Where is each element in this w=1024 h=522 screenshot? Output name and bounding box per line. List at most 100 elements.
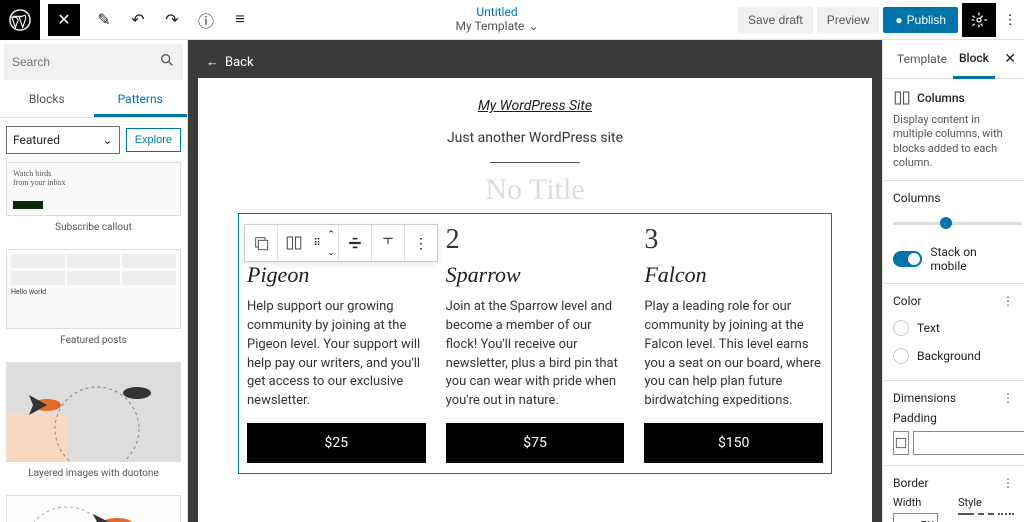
document-title-link[interactable]: Untitled [476, 6, 517, 19]
redo-button[interactable]: ↷ [156, 4, 188, 36]
tab-template[interactable]: Template [891, 41, 953, 77]
settings-button[interactable] [962, 3, 996, 37]
columns-count-section: Columns Stack on mobile [883, 181, 1024, 284]
inserter-panel: Blocks Patterns Featured ⌄ Explore Watch… [0, 40, 188, 522]
pattern-preview [6, 362, 181, 462]
pattern-card-duotone[interactable]: Layered images with duotone [6, 362, 181, 485]
preview-text: Watch birds [13, 169, 51, 178]
preview-button[interactable]: Preview [817, 7, 880, 33]
pattern-preview: Hello world [6, 249, 181, 329]
site-tagline[interactable]: Just another WordPress site [238, 130, 832, 146]
color-more-button[interactable]: ⋮ [1002, 294, 1014, 308]
pattern-label: Subscribe callout [6, 216, 181, 239]
save-draft-button[interactable]: Save draft [738, 7, 813, 33]
site-title[interactable]: My WordPress Site [238, 98, 832, 114]
preview-text: Hello world [11, 288, 176, 296]
preview-text: from your inbox [13, 178, 65, 187]
edit-tool-button[interactable]: ✎ [88, 4, 120, 36]
pattern-card-subscribe[interactable]: Watch birds from your inbox Subscribe ca… [6, 162, 181, 239]
publish-button[interactable]: ●Publish [883, 7, 958, 33]
block-options-button[interactable]: ⋮ [405, 225, 437, 261]
price-button[interactable]: $25 [247, 423, 426, 463]
column-number[interactable]: 3 [644, 224, 823, 256]
close-inserter-button[interactable]: ✕ [48, 4, 80, 36]
outline-button[interactable]: ≡ [224, 4, 256, 36]
column-number[interactable]: 2 [446, 224, 625, 256]
border-heading: Border [893, 476, 928, 490]
move-down-button[interactable]: ⌄ [324, 243, 338, 261]
chevron-down-icon: ⌄ [528, 20, 538, 33]
topbar-left: ✕ ✎ ↶ ↷ ⓘ ≡ [0, 0, 256, 40]
separator [490, 162, 580, 163]
stack-on-mobile-toggle[interactable] [893, 251, 922, 267]
pattern-preview: Watch birds from your inbox [6, 162, 181, 216]
column-description[interactable]: Play a leading role for our community by… [644, 298, 823, 411]
column-heading[interactable]: Falcon [644, 262, 823, 288]
block-type-button[interactable] [278, 225, 310, 261]
columns-slider[interactable] [893, 222, 1022, 225]
info-button[interactable]: ⓘ [190, 4, 222, 36]
back-button[interactable]: ← Back [206, 54, 254, 70]
column-heading[interactable]: Pigeon [247, 262, 426, 288]
dimensions-section: Dimensions ⋮ Padding ⇅ [883, 381, 1024, 466]
column-3[interactable]: 3 Falcon Play a leading role for our com… [644, 224, 823, 463]
block-header: Columns [893, 89, 1014, 107]
template-name: My Template [456, 20, 525, 33]
wordpress-logo[interactable] [0, 0, 40, 40]
style-dashed[interactable] [978, 513, 994, 519]
padding-input[interactable] [913, 431, 1024, 455]
vertical-align-button[interactable] [372, 225, 404, 261]
price-button[interactable]: $150 [644, 423, 823, 463]
background-color-row[interactable]: Background [893, 342, 1014, 370]
topbar-center: Untitled My Template ⌄ [256, 6, 738, 32]
column-heading[interactable]: Sparrow [446, 262, 625, 288]
pattern-list: Watch birds from your inbox Subscribe ca… [0, 162, 187, 522]
close-settings-button[interactable]: ✕ [1004, 51, 1016, 67]
style-label: Style [958, 496, 1014, 509]
template-selector[interactable]: My Template ⌄ [456, 20, 539, 33]
style-dotted[interactable] [998, 513, 1014, 519]
block-description: Display content in multiple columns, wit… [893, 113, 1014, 170]
border-more-button[interactable]: ⋮ [1002, 476, 1014, 490]
post-title-placeholder[interactable]: No Title [238, 173, 832, 207]
select-parent-button[interactable] [245, 225, 277, 261]
background-color-label: Background [917, 349, 981, 363]
search-input[interactable] [12, 55, 142, 69]
column-description[interactable]: Help support our growing community by jo… [247, 298, 426, 411]
topbar-right: Save draft Preview ●Publish ⋮ [738, 3, 1024, 37]
pattern-card-featured-posts[interactable]: Hello world Featured posts [6, 249, 181, 352]
block-toolbar: ⠿ ⌃ ⌄ ⋮ [244, 224, 438, 262]
border-width-input[interactable] [893, 513, 938, 522]
editor-canvas[interactable]: My WordPress Site Just another WordPress… [198, 78, 872, 522]
stack-label: Stack on mobile [930, 245, 1014, 273]
text-color-row[interactable]: Text [893, 314, 1014, 342]
block-name: Columns [917, 91, 965, 105]
pattern-label: Featured posts [6, 329, 181, 352]
pattern-card-4[interactable] [6, 495, 181, 522]
dimensions-more-button[interactable]: ⋮ [1002, 391, 1014, 405]
style-solid[interactable] [958, 513, 974, 519]
featured-label: Featured [13, 133, 60, 147]
back-label: Back [225, 55, 254, 70]
more-menu-button[interactable]: ⋮ [1000, 3, 1020, 37]
border-style-options[interactable] [958, 513, 1014, 519]
column-description[interactable]: Join at the Sparrow level and become a m… [446, 298, 625, 411]
column-2[interactable]: 2 Sparrow Join at the Sparrow level and … [446, 224, 625, 463]
dimensions-heading: Dimensions [893, 391, 956, 405]
featured-row: Featured ⌄ Explore [0, 118, 187, 162]
tab-blocks[interactable]: Blocks [0, 84, 94, 117]
columns-icon [893, 89, 911, 107]
tab-patterns[interactable]: Patterns [94, 84, 188, 117]
tab-block[interactable]: Block [953, 40, 995, 79]
move-up-button[interactable]: ⌃ [324, 225, 338, 243]
padding-sides-button[interactable] [893, 431, 909, 455]
price-button[interactable]: $75 [446, 423, 625, 463]
align-button[interactable] [339, 225, 371, 261]
undo-button[interactable]: ↶ [122, 4, 154, 36]
main: Blocks Patterns Featured ⌄ Explore Watch… [0, 40, 1024, 522]
pattern-category-select[interactable]: Featured ⌄ [6, 126, 120, 154]
drag-handle[interactable]: ⠿ [310, 225, 324, 261]
color-swatch-icon [893, 348, 909, 364]
width-label: Width [893, 496, 938, 509]
explore-button[interactable]: Explore [126, 128, 181, 152]
